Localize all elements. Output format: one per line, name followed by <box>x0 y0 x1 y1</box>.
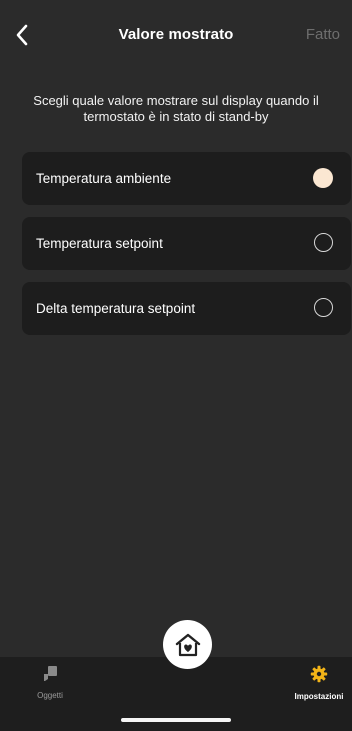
radio-icon[interactable] <box>314 298 333 317</box>
radio-icon[interactable] <box>314 233 333 252</box>
header: Valore mostrato Fatto <box>0 0 352 70</box>
options-list: Temperatura ambiente Temperatura setpoin… <box>22 152 351 347</box>
house-heart-icon <box>175 633 200 656</box>
done-button[interactable]: Fatto <box>306 26 340 43</box>
object-icon <box>44 666 57 681</box>
tab-objects[interactable]: Oggetti <box>30 665 70 700</box>
home-indicator <box>121 718 231 722</box>
option-label: Temperatura ambiente <box>36 171 172 186</box>
option-temperatura-setpoint[interactable]: Temperatura setpoint <box>22 217 351 270</box>
page-title: Valore mostrato <box>118 26 234 43</box>
tab-settings-label: Impostazioni <box>294 692 344 701</box>
radio-selected-icon[interactable] <box>313 168 333 188</box>
home-button[interactable] <box>163 620 212 669</box>
description-text: Scegli quale valore mostrare sul display… <box>33 93 319 124</box>
tab-settings[interactable]: Impostazioni <box>286 665 352 701</box>
option-delta-temperatura-setpoint[interactable]: Delta temperatura setpoint <box>22 282 351 335</box>
gear-icon <box>310 665 328 683</box>
option-label: Delta temperatura setpoint <box>36 301 196 316</box>
option-temperatura-ambiente[interactable]: Temperatura ambiente <box>22 152 351 205</box>
tab-objects-label: Oggetti <box>37 691 63 700</box>
option-label: Temperatura setpoint <box>36 236 163 251</box>
